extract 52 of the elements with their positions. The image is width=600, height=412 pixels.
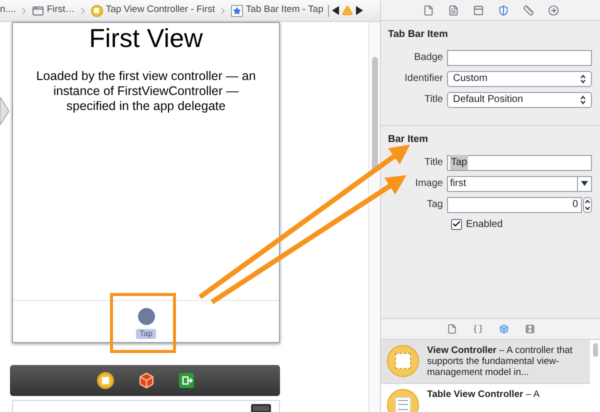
view-title: First View <box>88 23 204 53</box>
cube-icon[interactable] <box>138 372 154 389</box>
breadcrumb-item[interactable]: Tab Bar Item - Tap <box>246 3 324 18</box>
checkbox-label: Enabled <box>466 218 503 232</box>
entry-arrow-icon <box>0 97 9 125</box>
text-field[interactable]: Tap <box>447 154 592 170</box>
braces-icon[interactable] <box>472 324 482 334</box>
scrollbar-thumb[interactable] <box>592 343 598 357</box>
breadcrumb-item[interactable]: First… <box>46 3 75 18</box>
controller-icon[interactable] <box>96 372 114 389</box>
forward-arrow-icon[interactable] <box>356 6 364 15</box>
tab-label[interactable]: Tap <box>136 329 156 339</box>
breadcrumb-item[interactable]: n.... <box>0 3 16 18</box>
text-field[interactable] <box>447 50 592 66</box>
breadcrumb-item[interactable]: Tap View Controller - First <box>106 3 215 18</box>
star-icon <box>230 4 243 16</box>
view-description: Loaded by the first view controller — an instance of FirstViewController — specified in the app delegate <box>35 69 257 114</box>
help-icon[interactable] <box>448 4 458 16</box>
library-item-description: Table View Controller – A <box>427 389 540 402</box>
exit-icon[interactable] <box>178 373 194 388</box>
film-icon[interactable] <box>524 324 534 334</box>
battery-icon <box>251 404 271 412</box>
connections-icon[interactable] <box>548 4 558 16</box>
ruler-icon[interactable] <box>522 4 534 16</box>
section-header: Bar Item <box>387 133 430 147</box>
library-item-description: View Controller – A controller that supports the fundamental view-management model in... <box>427 345 574 378</box>
updown-icon <box>580 74 586 84</box>
number-field[interactable]: 0 <box>447 196 582 212</box>
field-label: Badge <box>413 51 444 65</box>
field-label: Image <box>414 177 444 191</box>
window-icon <box>32 4 44 16</box>
section-header: Tab Bar Item <box>387 28 449 42</box>
popup-button[interactable]: Custom <box>447 70 592 86</box>
field-label: Title <box>423 156 444 170</box>
controller-icon <box>90 4 103 16</box>
combo-box[interactable]: first <box>447 176 592 192</box>
field-label: Tag <box>426 198 444 212</box>
field-label: Title <box>423 93 444 107</box>
scrollbar-thumb[interactable] <box>372 57 378 172</box>
checkbox[interactable] <box>451 218 462 230</box>
dropdown-arrow-icon <box>581 181 588 186</box>
highlight-rectangle <box>110 293 176 353</box>
file-icon[interactable] <box>422 4 434 16</box>
file-icon[interactable] <box>446 324 456 334</box>
stepper[interactable] <box>583 196 592 212</box>
view-controller-icon <box>387 345 419 377</box>
library-item[interactable]: View Controller – A controller that supports the fundamental view-management model in... <box>381 340 590 384</box>
field-label: Identifier <box>404 72 444 86</box>
table-controller-icon <box>387 389 419 412</box>
updown-icon <box>580 94 586 104</box>
popup-button[interactable]: Default Position <box>447 92 592 108</box>
back-arrow-icon[interactable] <box>332 6 340 15</box>
